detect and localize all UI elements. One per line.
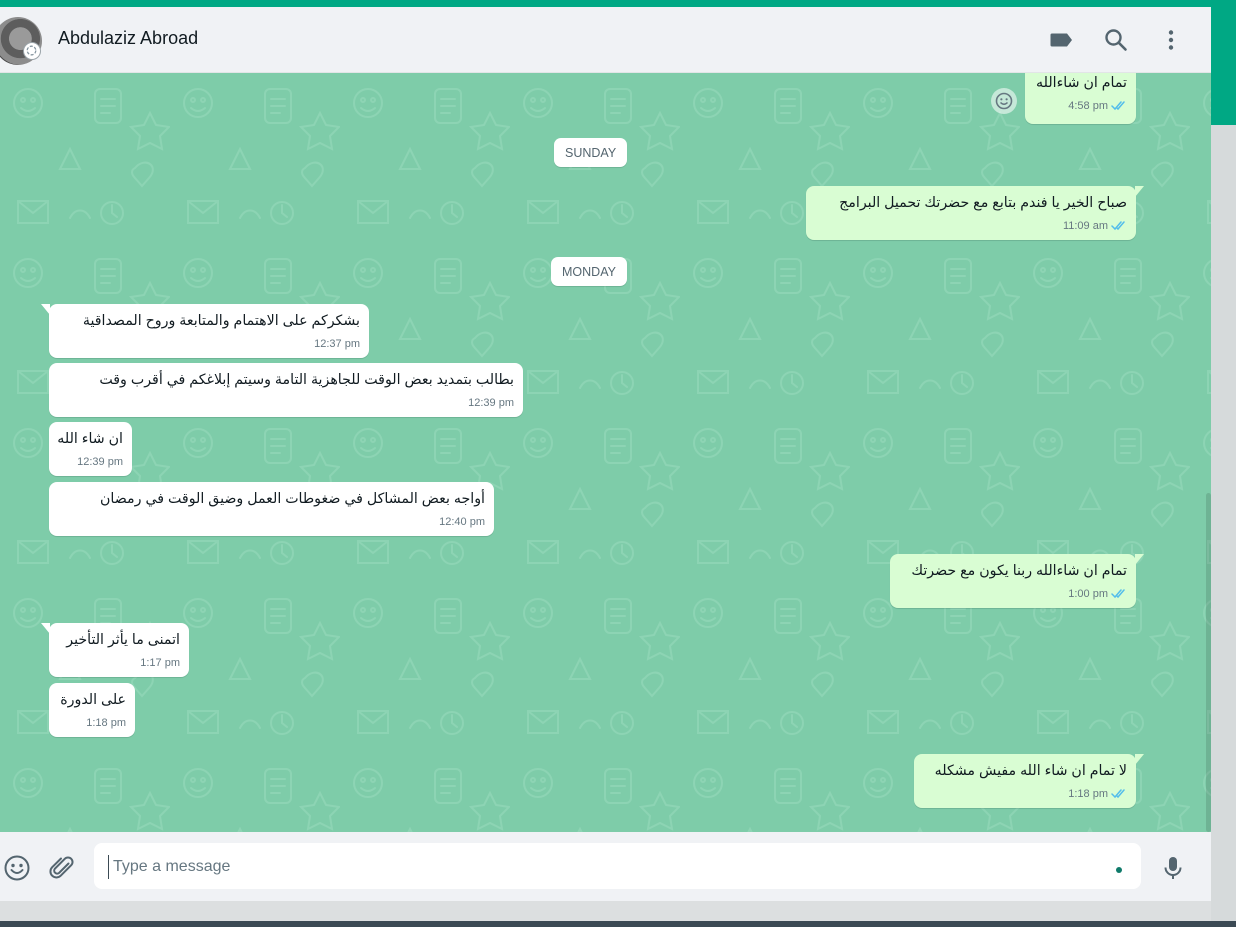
menu-icon[interactable]	[1158, 27, 1184, 53]
message-bubble-outgoing[interactable]: تمام ان شاءالله 4:58 pm	[1025, 73, 1136, 124]
message-time: 11:09 am	[1062, 220, 1108, 232]
window-bottom-bar	[0, 921, 1236, 927]
emoji-icon[interactable]	[3, 854, 31, 882]
message-text: أواجه بعض المشاكل في ضغوطات العمل وضيق ا…	[100, 491, 485, 507]
message-meta: 12:37 pm	[59, 337, 360, 351]
message-text: بطالب بتمديد بعض الوقت للجاهزية التامة و…	[99, 372, 514, 388]
message-bubble-outgoing[interactable]: تمام ان شاءالله ربنا يكون مع حضرتك 1:00 …	[890, 554, 1144, 608]
message-text: ان شاء الله	[57, 431, 123, 447]
input-indicator-dot	[1116, 867, 1122, 873]
search-icon[interactable]	[1103, 27, 1129, 53]
message-input[interactable]	[108, 855, 1105, 879]
message-time: 1:18 pm	[1068, 788, 1108, 800]
message-time: 1:00 pm	[1068, 588, 1108, 600]
contact-name[interactable]: Abdulaziz Abroad	[58, 28, 198, 49]
message-meta: 12:39 pm	[59, 396, 514, 410]
message-meta: 11:09 am	[816, 219, 1127, 235]
message-meta: 1:17 pm	[59, 656, 180, 670]
message-time: 1:18 pm	[86, 717, 126, 729]
double-check-icon	[1111, 100, 1127, 115]
message-time: 4:58 pm	[1068, 100, 1108, 112]
message-time: 12:39 pm	[77, 456, 123, 468]
message-meta: 1:18 pm	[59, 716, 126, 730]
message-bubble-incoming[interactable]: على الدورة 1:18 pm	[49, 683, 135, 737]
message-bubble-incoming[interactable]: اتمنى ما يأثر التأخير 1:17 pm	[41, 623, 189, 677]
window-top-strip	[0, 0, 1236, 7]
react-emoji-icon[interactable]	[991, 88, 1017, 114]
message-bubble-incoming[interactable]: أواجه بعض المشاكل في ضغوطات العمل وضيق ا…	[49, 482, 494, 536]
message-text: لا تمام ان شاء الله مفيش مشكله	[934, 763, 1127, 779]
bubble-tail	[1135, 754, 1144, 765]
message-meta: 1:00 pm	[900, 587, 1127, 603]
message-text: تمام ان شاءالله	[1036, 75, 1127, 91]
message-time: 12:37 pm	[314, 338, 360, 350]
double-check-icon	[1111, 220, 1127, 235]
double-check-icon	[1111, 588, 1127, 603]
bubble-tail	[41, 623, 50, 634]
day-separator: MONDAY	[551, 257, 627, 286]
message-bubble-outgoing[interactable]: لا تمام ان شاء الله مفيش مشكله 1:18 pm	[914, 754, 1144, 808]
bubble-tail	[41, 304, 50, 315]
mic-icon[interactable]	[1159, 854, 1187, 882]
conversation-panel[interactable]: تمام ان شاءالله 4:58 pm SUNDAY صباح الخي…	[0, 73, 1211, 832]
message-text: تمام ان شاءالله ربنا يكون مع حضرتك	[911, 563, 1127, 579]
message-bubble-incoming[interactable]: بطالب بتمديد بعض الوقت للجاهزية التامة و…	[49, 363, 523, 417]
message-meta: 1:18 pm	[924, 787, 1127, 803]
bubble-tail	[1135, 186, 1144, 197]
chat-scrollbar[interactable]	[1206, 493, 1211, 832]
message-time: 12:39 pm	[468, 397, 514, 409]
message-time: 1:17 pm	[140, 657, 180, 669]
message-meta: 4:58 pm	[1035, 99, 1127, 115]
day-separator: SUNDAY	[554, 138, 628, 167]
message-input-container	[94, 843, 1141, 889]
bubble-tail	[1135, 554, 1144, 565]
message-meta: 12:40 pm	[59, 515, 485, 529]
double-check-icon	[1111, 788, 1127, 803]
chat-window: Abdulaziz Abroad تمام ان شاءالله 4:58 pm…	[0, 7, 1211, 901]
message-bubble-incoming[interactable]: بشكركم على الاهتمام والمتابعة وروح المصد…	[41, 304, 369, 358]
message-bubble-outgoing[interactable]: صباح الخير يا فندم بتابع مع حضرتك تحميل …	[806, 186, 1144, 240]
message-text: بشكركم على الاهتمام والمتابعة وروح المصد…	[82, 313, 360, 329]
message-meta: 12:39 pm	[59, 455, 123, 469]
chat-header: Abdulaziz Abroad	[0, 7, 1211, 73]
message-composer	[0, 832, 1211, 901]
label-icon[interactable]	[1049, 27, 1075, 53]
message-time: 12:40 pm	[439, 516, 485, 528]
window-side-strip	[1211, 0, 1236, 125]
message-text: على الدورة	[60, 692, 126, 708]
message-text: صباح الخير يا فندم بتابع مع حضرتك تحميل …	[839, 195, 1127, 211]
window-side-panel	[1211, 125, 1236, 927]
message-bubble-incoming[interactable]: ان شاء الله 12:39 pm	[49, 422, 132, 476]
status-ring-icon[interactable]	[23, 42, 41, 60]
message-text: اتمنى ما يأثر التأخير	[66, 632, 180, 648]
attach-icon[interactable]	[48, 854, 76, 882]
